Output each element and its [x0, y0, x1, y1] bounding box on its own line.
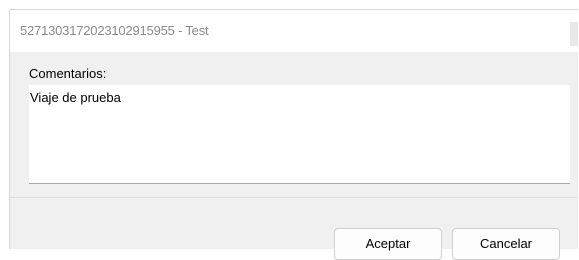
title-bar: 5271303172023102915955 - Test	[10, 10, 578, 52]
comments-textarea[interactable]: Viaje de prueba	[29, 85, 570, 184]
comments-dialog: 5271303172023102915955 - Test Comentario…	[9, 9, 578, 249]
cancel-button[interactable]: Cancelar	[452, 228, 560, 260]
comments-text: Viaje de prueba	[30, 90, 121, 105]
footer-separator	[10, 197, 578, 198]
accept-button[interactable]: Aceptar	[334, 228, 442, 260]
close-button[interactable]	[570, 22, 578, 46]
comments-label: Comentarios:	[29, 66, 107, 81]
window-title: 5271303172023102915955 - Test	[20, 23, 209, 38]
